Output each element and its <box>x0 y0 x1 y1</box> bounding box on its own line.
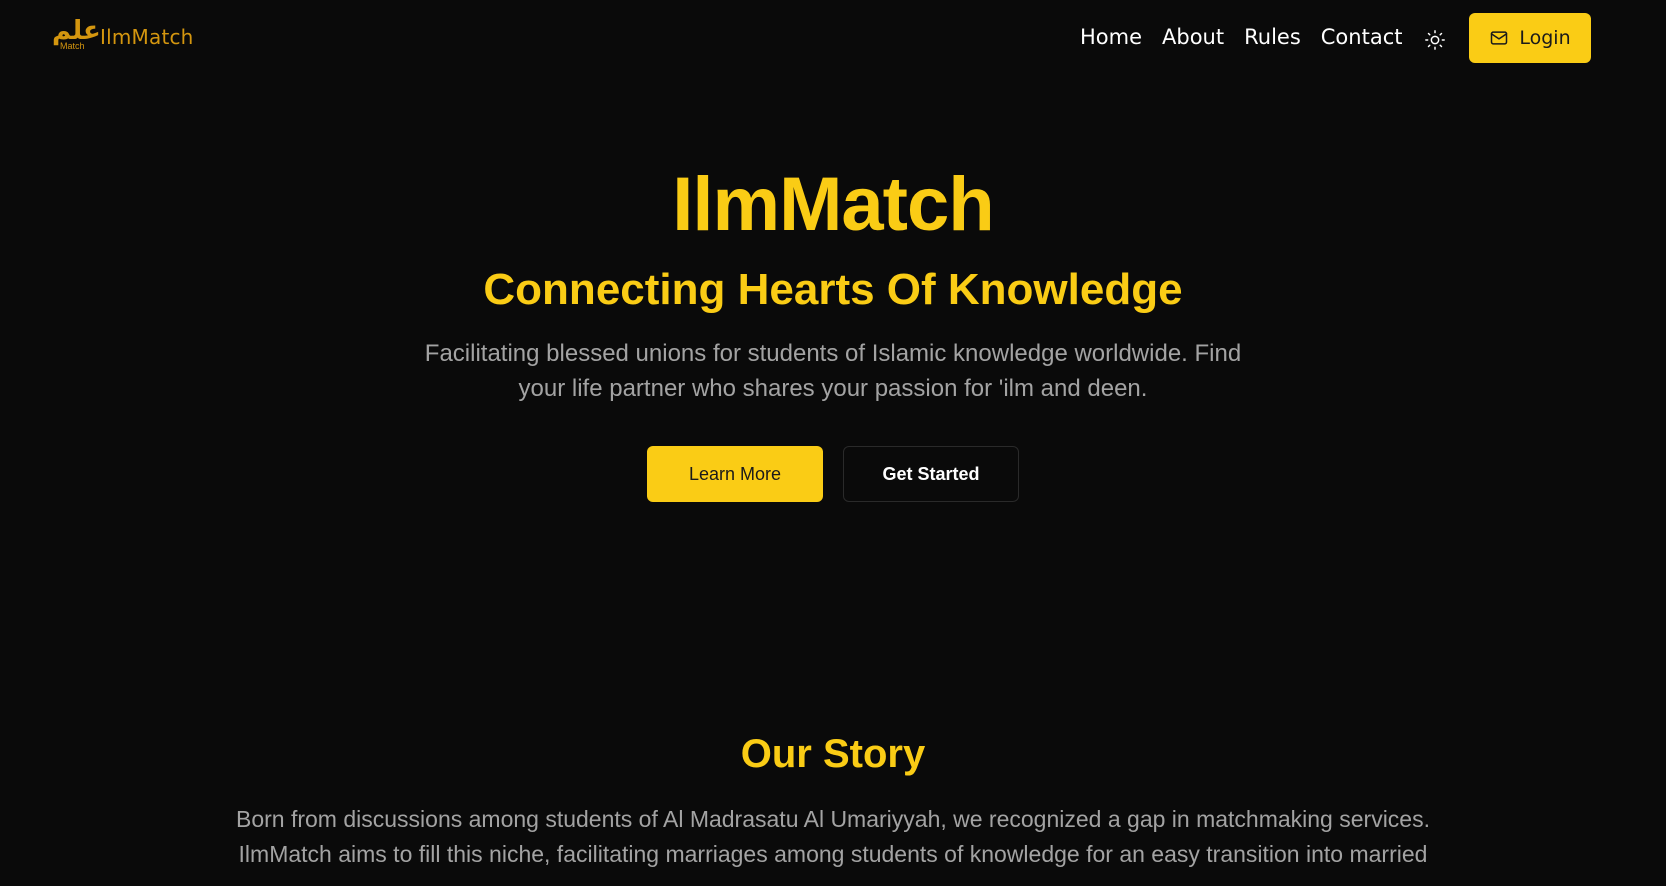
nav-contact-link[interactable]: Contact <box>1321 22 1403 52</box>
brand-link[interactable]: علم Match IlmMatch <box>52 16 194 52</box>
mail-icon <box>1491 31 1508 45</box>
hero-actions: Learn More Get Started <box>0 446 1666 502</box>
logo: علم Match <box>52 16 102 52</box>
nav-about-link[interactable]: About <box>1162 22 1224 52</box>
get-started-button[interactable]: Get Started <box>843 446 1019 502</box>
login-label: Login <box>1519 27 1571 49</box>
brand-name: IlmMatch <box>100 25 194 49</box>
hero-section: IlmMatch Connecting Hearts Of Knowledge … <box>0 160 1666 502</box>
hero-title: IlmMatch <box>672 162 994 247</box>
story-text: Born from discussions among students of … <box>235 806 1430 867</box>
learn-more-button[interactable]: Learn More <box>647 446 823 502</box>
navbar: علم Match IlmMatch Home About Rules Cont… <box>0 0 1666 76</box>
nav-rules-link[interactable]: Rules <box>1244 22 1301 52</box>
nav-links: Home About Rules Contact <box>1080 22 1402 52</box>
theme-toggle-button[interactable] <box>1422 27 1448 53</box>
story-section: Our Story Born from discussions among st… <box>0 728 1666 872</box>
sun-icon <box>1425 30 1445 50</box>
login-button[interactable]: Login <box>1469 13 1591 63</box>
story-title: Our Story <box>740 732 926 776</box>
nav-home-link[interactable]: Home <box>1080 22 1142 52</box>
hero-subtitle: Connecting Hearts Of Knowledge <box>483 265 1183 314</box>
page: علم Match IlmMatch Home About Rules Cont… <box>0 0 1666 886</box>
logo-sub: Match <box>60 41 85 51</box>
hero-description: Facilitating blessed unions for students… <box>424 340 1242 402</box>
